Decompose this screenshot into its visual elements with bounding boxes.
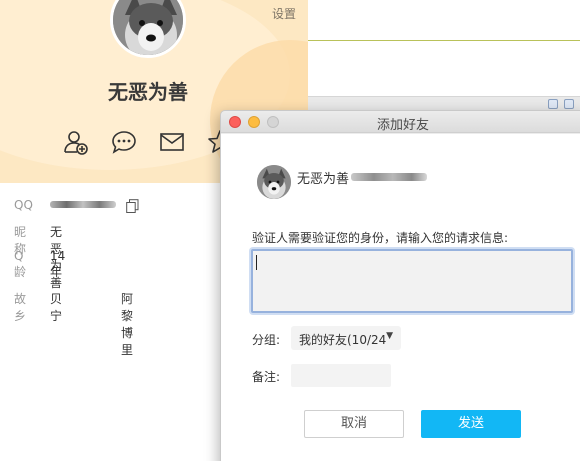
chat-icon[interactable] [110,128,138,156]
qage-label: Q龄 [14,249,27,279]
background-divider [300,40,580,41]
qage-value: 14年 [50,249,66,279]
qq-number-redacted [50,201,116,208]
remark-label: 备注: [252,370,281,384]
hometown-label: 故乡 [14,292,27,323]
text-caret [256,255,257,270]
settings-link[interactable]: 设置 [272,5,296,22]
dialog-title: 添加好友 [376,118,429,133]
group-label: 分组: [252,333,281,347]
target-avatar [257,165,291,199]
background-tool-icon [548,99,558,109]
add-friend-icon[interactable] [62,128,90,156]
screen: 设置 无恶为善 QQ 昵称 无恶为善 Q龄 14年 故乡 贝宁 阿黎博里 添加好… [0,0,580,461]
qq-label: QQ [14,198,33,212]
copy-icon[interactable] [126,199,139,213]
dropdown-arrow-icon: ▼ [386,331,393,341]
target-id-redacted [351,173,427,181]
send-button[interactable]: 发送 [421,410,521,438]
dog-avatar-image [257,165,291,199]
mail-icon[interactable] [158,128,186,156]
cancel-button[interactable]: 取消 [304,410,404,438]
dialog-content: 无恶为善 验证人需要验证您的身份，请输入您的请求信息: 分组: 我的好友(10/… [221,134,580,461]
verify-message-input[interactable] [251,249,573,313]
remark-input[interactable] [291,364,391,387]
dialog-titlebar[interactable]: 添加好友 [221,111,580,133]
hometown-city: 阿黎博里 [121,292,134,357]
profile-name: 无恶为善 [108,80,188,104]
group-select[interactable]: 我的好友(10/24 ▼ [291,326,401,350]
target-name: 无恶为善 [297,172,350,187]
background-tool-icon [564,99,574,109]
add-friend-dialog: 添加好友 无恶为善 验证人需要验证您的身份，请输入您的请求信息: 分组: 我的好… [220,110,580,461]
group-select-value: 我的好友(10/24 [299,333,387,347]
verify-message-label: 验证人需要验证您的身份，请输入您的请求信息: [252,231,509,245]
hometown-province: 贝宁 [50,292,63,323]
